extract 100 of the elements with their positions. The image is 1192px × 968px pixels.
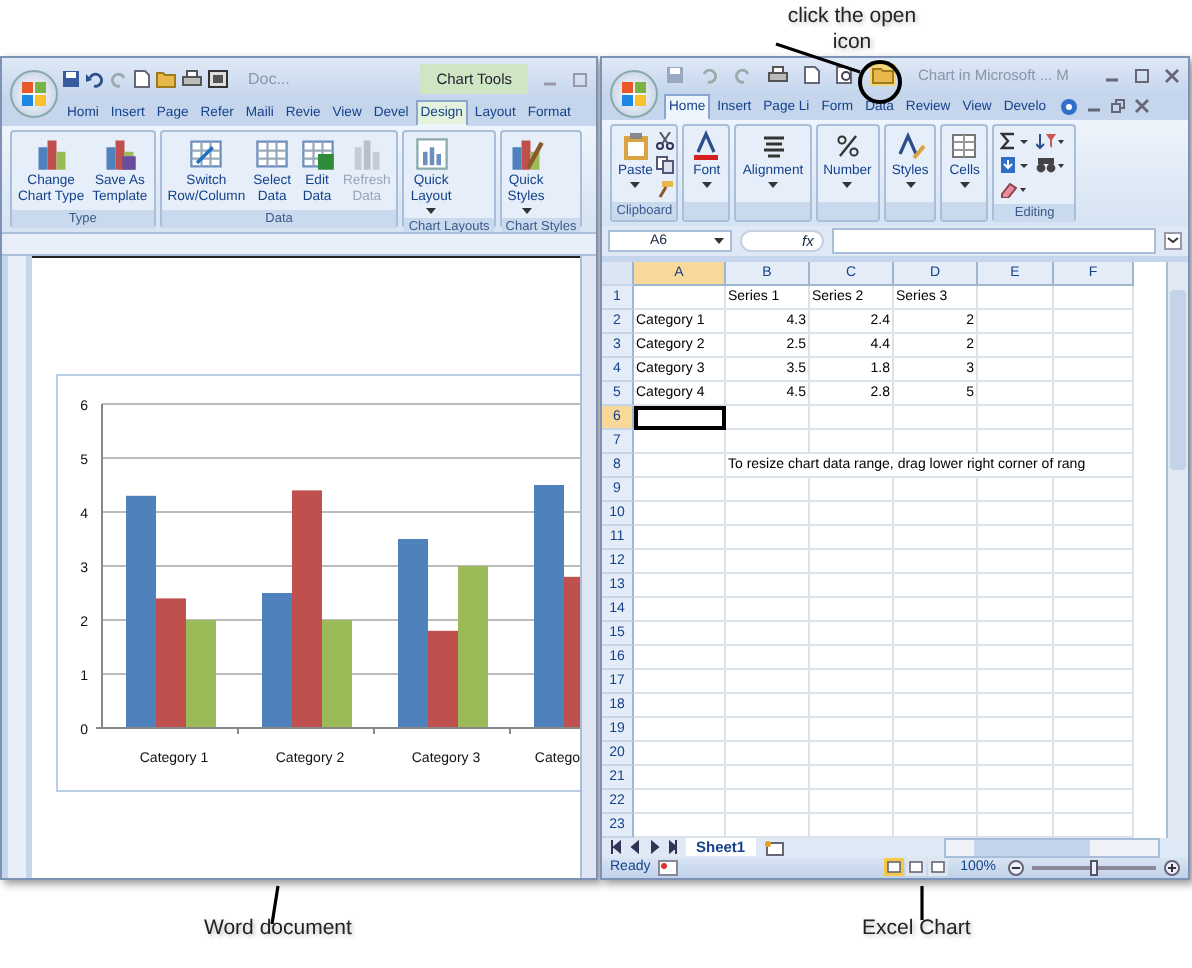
redo-icon[interactable] — [734, 66, 752, 85]
format-painter-icon[interactable] — [656, 179, 675, 198]
table-cell[interactable] — [978, 309, 1054, 334]
table-cell[interactable] — [1054, 477, 1134, 502]
page-break-icon[interactable] — [928, 858, 949, 877]
table-cell[interactable] — [1054, 669, 1134, 694]
table-cell[interactable] — [810, 549, 894, 574]
copy-icon[interactable] — [656, 155, 675, 174]
table-cell[interactable] — [634, 573, 726, 598]
table-cell[interactable] — [1054, 525, 1134, 550]
slider-thumb[interactable] — [1090, 859, 1098, 876]
eraser-icon[interactable] — [1000, 179, 1029, 198]
table-cell[interactable] — [1054, 765, 1134, 790]
help-icon[interactable] — [1059, 97, 1077, 116]
table-cell[interactable] — [1054, 717, 1134, 742]
table-cell[interactable] — [634, 693, 726, 718]
table-cell[interactable] — [810, 669, 894, 694]
table-cell[interactable] — [1054, 789, 1134, 814]
table-cell[interactable] — [634, 645, 726, 670]
table-cell[interactable] — [978, 741, 1054, 766]
undo-icon[interactable] — [86, 70, 104, 88]
binoculars-icon[interactable] — [1036, 155, 1065, 174]
table-cell[interactable] — [810, 717, 894, 742]
office-button[interactable] — [610, 70, 658, 118]
table-cell[interactable] — [978, 285, 1054, 310]
table-cell[interactable] — [1054, 381, 1134, 406]
table-cell[interactable] — [634, 501, 726, 526]
table-cell[interactable] — [978, 717, 1054, 742]
fill-icon[interactable] — [1000, 155, 1029, 174]
table-cell[interactable] — [1054, 741, 1134, 766]
zoom-in-icon[interactable] — [1164, 859, 1180, 876]
scissors-icon[interactable] — [656, 131, 675, 150]
table-cell[interactable] — [978, 573, 1054, 598]
table-cell[interactable] — [978, 597, 1054, 622]
table-cell[interactable] — [726, 477, 810, 502]
table-cell[interactable] — [726, 693, 810, 718]
table-cell[interactable] — [978, 549, 1054, 574]
table-cell[interactable] — [634, 717, 726, 742]
scrollbar[interactable] — [1166, 261, 1188, 838]
print-preview-icon[interactable] — [208, 70, 228, 88]
table-cell[interactable] — [894, 669, 978, 694]
table-cell[interactable] — [894, 405, 978, 430]
table-cell[interactable] — [634, 669, 726, 694]
table-cell[interactable] — [634, 741, 726, 766]
table-cell[interactable] — [978, 357, 1054, 382]
table-cell[interactable] — [978, 765, 1054, 790]
office-button[interactable] — [10, 70, 58, 118]
table-cell[interactable] — [894, 693, 978, 718]
print-icon[interactable] — [768, 66, 788, 85]
table-cell[interactable] — [978, 693, 1054, 718]
print-preview-icon[interactable] — [836, 66, 854, 85]
table-cell[interactable] — [1054, 501, 1134, 526]
table-cell[interactable] — [726, 405, 810, 430]
table-cell[interactable] — [810, 789, 894, 814]
table-cell[interactable] — [978, 789, 1054, 814]
scrollbar[interactable] — [580, 256, 596, 878]
table-cell[interactable] — [1054, 405, 1134, 430]
table-cell[interactable] — [810, 765, 894, 790]
table-cell[interactable] — [726, 669, 810, 694]
table-cell[interactable] — [726, 765, 810, 790]
table-cell[interactable] — [978, 669, 1054, 694]
table-cell[interactable] — [978, 621, 1054, 646]
table-cell[interactable] — [726, 789, 810, 814]
table-cell[interactable] — [726, 717, 810, 742]
table-cell[interactable] — [810, 693, 894, 718]
zoom-slider[interactable] — [1032, 865, 1156, 870]
close-icon[interactable] — [1164, 67, 1180, 84]
table-cell[interactable] — [894, 549, 978, 574]
table-cell[interactable] — [978, 381, 1054, 406]
folder-icon[interactable] — [870, 64, 896, 87]
table-cell[interactable] — [726, 597, 810, 622]
table-cell[interactable] — [810, 573, 894, 598]
table-cell[interactable] — [894, 741, 978, 766]
table-cell[interactable] — [726, 621, 810, 646]
table-cell[interactable] — [634, 285, 726, 310]
table-cell[interactable] — [894, 429, 978, 454]
macro-icon[interactable] — [658, 859, 679, 876]
sort-filter-icon[interactable] — [1036, 131, 1065, 150]
table-cell[interactable] — [810, 429, 894, 454]
table-cell[interactable] — [634, 525, 726, 550]
table-cell[interactable] — [634, 765, 726, 790]
table-cell[interactable] — [1054, 621, 1134, 646]
table-cell[interactable] — [1054, 645, 1134, 670]
table-cell[interactable] — [1054, 285, 1134, 310]
table-cell[interactable] — [726, 429, 810, 454]
table-cell[interactable] — [810, 741, 894, 766]
select-all-corner[interactable] — [602, 261, 634, 286]
table-cell[interactable] — [1054, 549, 1134, 574]
table-cell[interactable] — [810, 405, 894, 430]
sheet-navigation-icon[interactable] — [610, 840, 678, 855]
print-icon[interactable] — [182, 70, 202, 88]
new-document-icon[interactable] — [134, 70, 150, 88]
table-cell[interactable] — [634, 621, 726, 646]
table-cell[interactable] — [978, 525, 1054, 550]
table-cell[interactable] — [634, 549, 726, 574]
table-cell[interactable] — [978, 477, 1054, 502]
table-cell[interactable] — [978, 429, 1054, 454]
table-cell[interactable] — [726, 549, 810, 574]
new-document-icon[interactable] — [804, 66, 820, 85]
restore-icon[interactable] — [1109, 98, 1125, 115]
